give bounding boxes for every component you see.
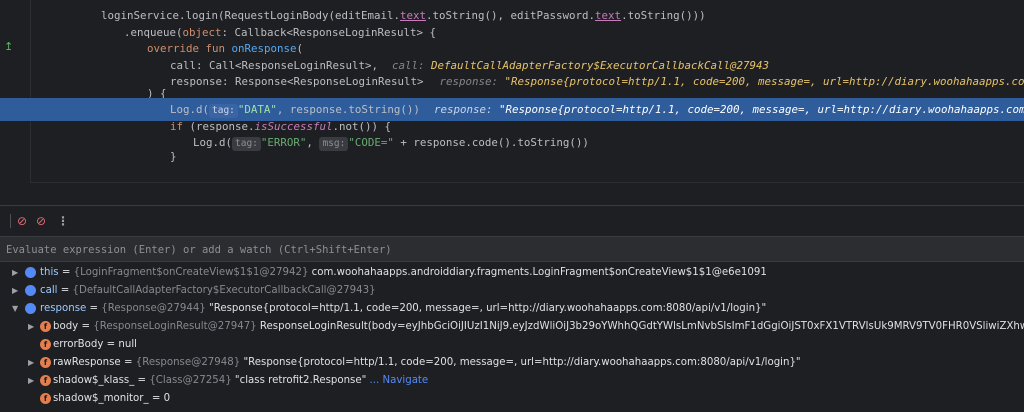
variable-row-rawresponse[interactable]: ▶ f rawResponse = {Response@27948} "Resp…: [0, 353, 1024, 373]
evaluate-bar: [0, 236, 1024, 262]
code-editor[interactable]: ↥ loginService.login(RequestLoginBody(ed…: [0, 0, 1024, 182]
field-icon: f: [40, 375, 51, 386]
variable-row-errorbody[interactable]: f errorBody = null: [0, 335, 1024, 355]
stop-icon[interactable]: ⊘: [17, 214, 27, 228]
object-icon: [25, 267, 36, 278]
field-icon: f: [40, 357, 51, 368]
code-line-10[interactable]: }: [0, 145, 1024, 168]
variable-row-shadow-klass[interactable]: ▶ f shadow$_klass_ = {Class@27254} "clas…: [0, 371, 1024, 391]
variable-row-response[interactable]: ▼ response = {Response@27944} "Response{…: [0, 299, 1024, 319]
more-icon[interactable]: ⋮: [57, 214, 69, 228]
navigate-link[interactable]: ... Navigate: [366, 375, 429, 386]
expand-arrow-icon[interactable]: ▶: [28, 371, 34, 391]
collapse-arrow-icon[interactable]: ▼: [12, 299, 18, 319]
mute-breakpoints-icon[interactable]: ⊘: [36, 214, 46, 228]
editor-divider: [30, 182, 1024, 183]
expand-arrow-icon[interactable]: ▶: [28, 353, 34, 373]
variable-row-shadow-monitor[interactable]: f shadow$_monitor_ = 0: [0, 389, 1024, 409]
field-icon: f: [40, 339, 51, 350]
debugger-toolbar: ⊘ ⊘ ⋮: [0, 206, 1024, 236]
toolbar-separator: [10, 214, 11, 228]
expand-arrow-icon[interactable]: ▶: [12, 281, 18, 301]
object-icon: [25, 303, 36, 314]
variable-row-call[interactable]: ▶ call = {DefaultCallAdapterFactory$Exec…: [0, 281, 1024, 301]
variable-row-this[interactable]: ▶ this = {LoginFragment$onCreateView$1$1…: [0, 263, 1024, 283]
evaluate-expression-input[interactable]: [4, 240, 1018, 260]
debugger-panel: ⊘ ⊘ ⋮ ▶ this = {LoginFragment$onCreateVi…: [0, 205, 1024, 412]
variable-row-body[interactable]: ▶ f body = {ResponseLoginResult@27947} R…: [0, 317, 1024, 337]
object-icon: [25, 285, 36, 296]
field-icon: f: [40, 321, 51, 332]
expand-arrow-icon[interactable]: ▶: [28, 317, 34, 337]
field-icon: f: [40, 393, 51, 404]
expand-arrow-icon[interactable]: ▶: [12, 263, 18, 283]
